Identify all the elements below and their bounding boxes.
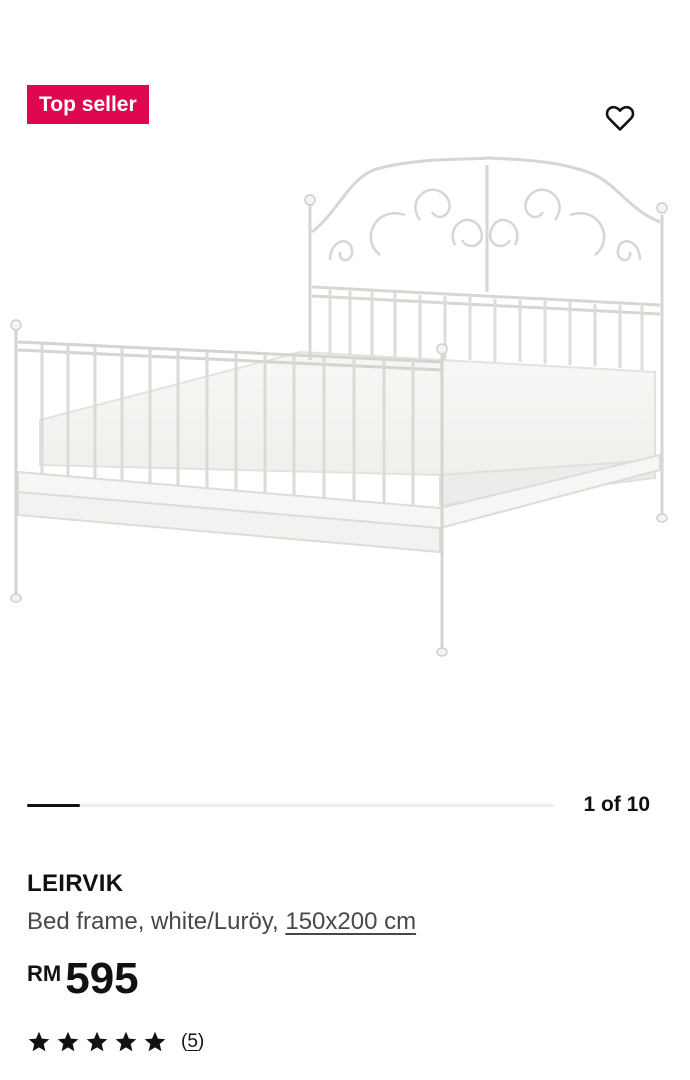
product-description: Bed frame, white/Luröy, 150x200 cm	[27, 908, 416, 936]
favourite-button[interactable]	[600, 98, 640, 138]
review-count: 5	[187, 1031, 198, 1052]
star-icon	[57, 1031, 79, 1052]
bed-frame-image[interactable]	[0, 150, 690, 670]
heart-icon	[605, 105, 635, 131]
size-link[interactable]: 150x200 cm	[285, 908, 416, 935]
gallery-progress-track[interactable]	[27, 804, 554, 807]
price-currency: RM	[27, 961, 62, 986]
product-price: RM 595	[27, 955, 139, 1003]
price-amount: 595	[65, 954, 139, 1003]
star-icon	[28, 1031, 50, 1052]
review-count-link[interactable]: (5)	[181, 1031, 204, 1053]
review-close-paren: )	[197, 1031, 205, 1052]
product-name[interactable]: LEIRVIK	[27, 870, 123, 898]
gallery-counter: 1 of 10	[583, 793, 650, 816]
product-description-text: Bed frame, white/Luröy,	[27, 908, 279, 935]
star-icon	[144, 1031, 166, 1052]
top-seller-badge: Top seller	[27, 85, 149, 124]
gallery-progress-fill	[27, 804, 80, 807]
star-icon	[115, 1031, 137, 1052]
star-icon	[86, 1031, 108, 1052]
product-rating[interactable]: (5)	[27, 1030, 204, 1054]
rating-stars	[27, 1030, 167, 1054]
